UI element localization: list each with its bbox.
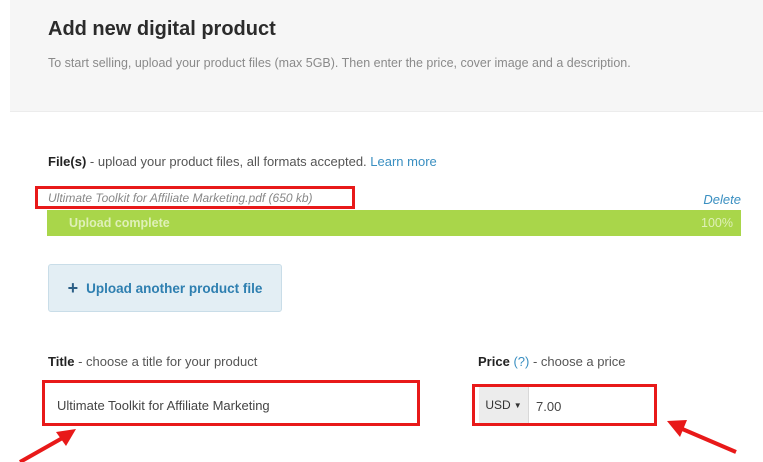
price-input[interactable] [534, 395, 648, 417]
caret-down-icon: ▼ [513, 400, 522, 410]
upload-another-file-button[interactable]: + Upload another product file [48, 264, 282, 312]
currency-dropdown[interactable]: USD ▼ [479, 387, 529, 423]
uploaded-file-name: Ultimate Toolkit for Affiliate Marketing… [35, 186, 355, 209]
files-label-bold: File(s) [48, 154, 87, 169]
price-help-link[interactable]: (?) [513, 354, 529, 369]
upload-percent: 100% [701, 216, 733, 230]
upload-another-file-label: Upload another product file [86, 280, 263, 296]
price-label-text: - choose a price [529, 354, 626, 369]
price-label: Price (?) - choose a price [478, 354, 625, 369]
title-field-highlight [42, 380, 420, 426]
files-label-text: - upload your product files, all formats… [86, 154, 371, 169]
title-label-text: - choose a title for your product [74, 354, 258, 369]
page-title: Add new digital product [48, 18, 276, 40]
title-label: Title - choose a title for your product [48, 354, 257, 369]
price-label-bold: Price [478, 354, 510, 369]
plus-icon: + [67, 278, 79, 298]
files-label: File(s) - upload your product files, all… [48, 154, 437, 169]
upload-progress-bar: Upload complete 100% [47, 210, 741, 236]
title-label-bold: Title [48, 354, 75, 369]
price-field-highlight: USD ▼ [472, 384, 657, 426]
learn-more-link[interactable]: Learn more [370, 154, 436, 169]
upload-status-label: Upload complete [69, 216, 170, 230]
currency-value: USD [485, 398, 511, 412]
page-subtitle: To start selling, upload your product fi… [48, 56, 631, 70]
delete-file-link[interactable]: Delete [703, 192, 741, 207]
title-input[interactable] [55, 394, 409, 416]
